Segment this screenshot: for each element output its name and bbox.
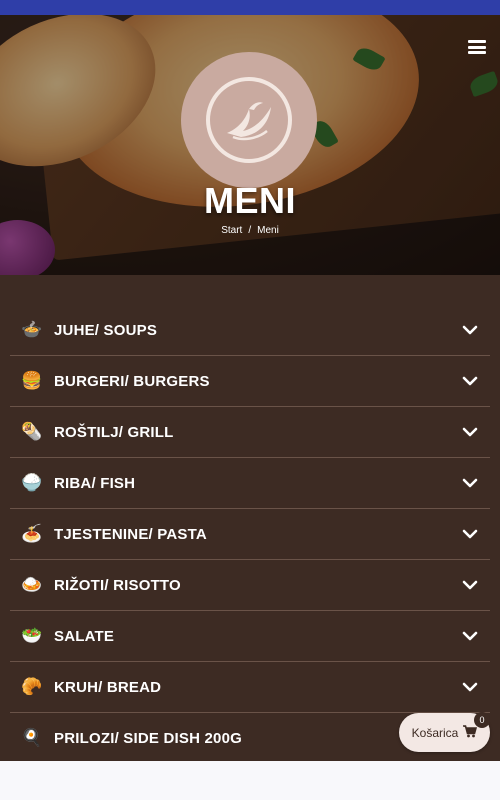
- breadcrumb-separator: /: [248, 225, 252, 236]
- menu-category-section: 🍲 JUHE/ SOUPS 🍔 BURGERI/ BURGERS 🌯 ROŠTI…: [0, 275, 500, 764]
- chevron-down-icon[interactable]: [460, 677, 480, 697]
- bread-icon: 🥐: [21, 676, 43, 697]
- breadcrumb-home-link[interactable]: Start: [221, 225, 242, 236]
- risotto-icon: 🍛: [21, 574, 43, 595]
- chevron-down-icon[interactable]: [460, 320, 480, 340]
- chevron-down-icon[interactable]: [460, 422, 480, 442]
- category-label: SALATE: [54, 627, 115, 645]
- category-label: ROŠTILJ/ GRILL: [54, 423, 174, 441]
- soup-bowl-icon: 🍲: [21, 319, 43, 340]
- cart-label: Košarica: [411, 725, 459, 740]
- chevron-down-icon[interactable]: [460, 524, 480, 544]
- category-salads[interactable]: 🥗 SALATE: [10, 611, 490, 662]
- chevron-down-icon[interactable]: [460, 371, 480, 391]
- cart-icon: [463, 723, 478, 742]
- category-soups[interactable]: 🍲 JUHE/ SOUPS: [10, 305, 490, 356]
- category-bread[interactable]: 🥐 KRUH/ BREAD: [10, 662, 490, 713]
- grill-icon: 🌯: [21, 421, 43, 442]
- brand-logo[interactable]: [181, 52, 317, 188]
- chevron-down-icon[interactable]: [460, 473, 480, 493]
- fish-icon: 🍚: [21, 472, 43, 493]
- category-pasta[interactable]: 🍝 TJESTENINE/ PASTA: [10, 509, 490, 560]
- phoenix-bird-logo-icon: [206, 77, 292, 163]
- top-accent-bar: [0, 0, 500, 15]
- chevron-down-icon[interactable]: [460, 575, 480, 595]
- category-fish[interactable]: 🍚 RIBA/ FISH: [10, 458, 490, 509]
- breadcrumb-current: Meni: [257, 225, 279, 236]
- cart-count-badge: 0: [474, 712, 490, 728]
- hamburger-menu-icon[interactable]: [468, 40, 486, 54]
- salad-icon: 🥗: [21, 625, 43, 646]
- category-risotto[interactable]: 🍛 RIŽOTI/ RISOTTO: [10, 560, 490, 611]
- category-label: RIŽOTI/ RISOTTO: [54, 576, 181, 594]
- category-burgers[interactable]: 🍔 BURGERI/ BURGERS: [10, 356, 490, 407]
- category-label: RIBA/ FISH: [54, 474, 136, 492]
- pasta-icon: 🍝: [21, 523, 43, 544]
- category-label: BURGERI/ BURGERS: [54, 372, 210, 390]
- chevron-down-icon[interactable]: [460, 626, 480, 646]
- breadcrumb: Start / Meni: [0, 225, 500, 236]
- page-title: MENI: [204, 180, 296, 221]
- category-grill[interactable]: 🌯 ROŠTILJ/ GRILL: [10, 407, 490, 458]
- category-label: JUHE/ SOUPS: [54, 321, 158, 339]
- page-footer-area: [0, 761, 500, 800]
- side-dish-icon: 🍳: [21, 727, 43, 748]
- category-list: 🍲 JUHE/ SOUPS 🍔 BURGERI/ BURGERS 🌯 ROŠTI…: [10, 305, 490, 764]
- category-label: TJESTENINE/ PASTA: [54, 525, 207, 543]
- category-label: KRUH/ BREAD: [54, 678, 162, 696]
- burger-icon: 🍔: [21, 370, 43, 391]
- hero-banner: [0, 15, 500, 275]
